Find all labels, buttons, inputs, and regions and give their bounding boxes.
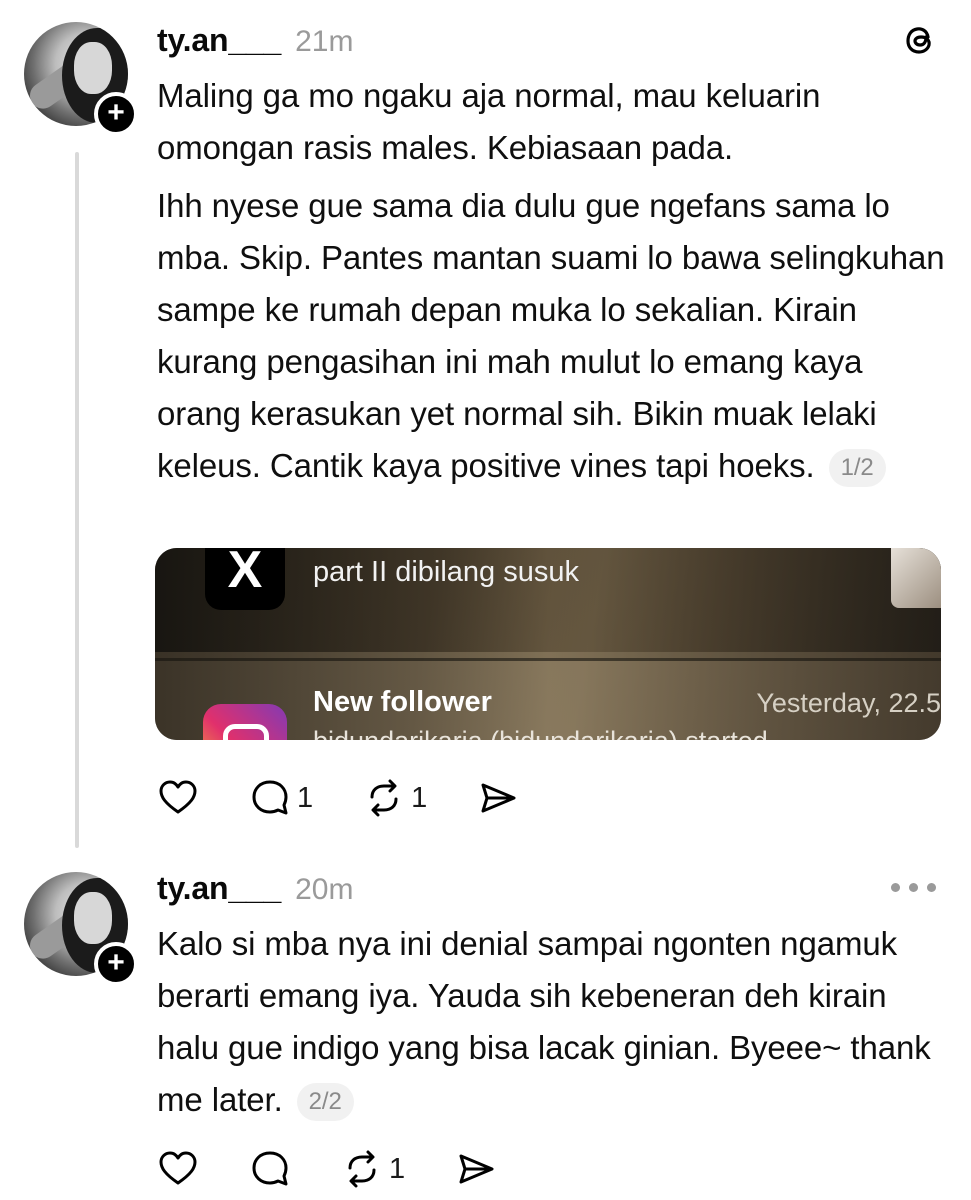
- notification-time: Yesterday, 22.5: [756, 688, 941, 718]
- post-header: ty.an___ 21m: [157, 22, 353, 62]
- thread-pager: 2/2: [296, 1083, 354, 1122]
- comment-icon: [252, 780, 288, 815]
- send-icon: [481, 783, 516, 813]
- timestamp: 20m: [295, 873, 354, 906]
- like-button[interactable]: [157, 1148, 199, 1190]
- send-icon: [459, 1154, 494, 1184]
- post-paragraph: Maling ga mo ngaku aja normal, mau kelua…: [157, 77, 821, 166]
- action-bar: 1 1: [157, 775, 569, 821]
- threads-logo-icon[interactable]: [899, 20, 939, 60]
- timestamp: 21m: [295, 25, 354, 58]
- notification-thumbnail: [891, 548, 941, 608]
- post-body: Maling ga mo ngaku aja normal, mau kelua…: [157, 70, 947, 498]
- share-button[interactable]: [455, 1148, 497, 1190]
- username[interactable]: ty.an___: [157, 22, 281, 59]
- repost-icon: [348, 1150, 376, 1188]
- heart-icon: [159, 1151, 197, 1185]
- reply-button[interactable]: 1: [249, 777, 313, 819]
- reply-button[interactable]: [249, 1148, 291, 1190]
- repost-icon: [370, 779, 398, 817]
- post-header: ty.an___ 20m: [157, 870, 353, 910]
- thread-pager: 1/2: [828, 449, 886, 488]
- notification-subtext: bidundarikaria (bidundarikaria) started: [313, 726, 768, 740]
- post-image[interactable]: X part II dibilang susuk New follower Ye…: [155, 548, 941, 740]
- follow-plus-icon[interactable]: +: [94, 92, 138, 136]
- avatar[interactable]: +: [24, 22, 138, 136]
- x-app-icon: X: [205, 548, 285, 610]
- share-button[interactable]: [477, 777, 519, 819]
- post-paragraph: Kalo si mba nya ini denial sampai ngonte…: [157, 918, 947, 1126]
- repost-count: 1: [411, 781, 428, 814]
- avatar[interactable]: +: [24, 872, 138, 986]
- post-body: Kalo si mba nya ini denial sampai ngonte…: [157, 918, 947, 1132]
- action-bar: 1: [157, 1146, 547, 1192]
- heart-icon: [159, 780, 197, 814]
- notification-title: New follower: [313, 686, 492, 718]
- repost-button[interactable]: 1: [341, 1148, 405, 1190]
- reply-count: 1: [297, 781, 314, 814]
- like-button[interactable]: [157, 777, 199, 819]
- repost-count: 1: [389, 1152, 406, 1185]
- thread-connector-line: [75, 152, 79, 848]
- post-paragraph: Ihh nyese gue sama dia dulu gue ngefans …: [157, 180, 947, 492]
- username[interactable]: ty.an___: [157, 870, 281, 907]
- instagram-app-icon: [203, 704, 287, 740]
- comment-icon: [252, 1151, 288, 1186]
- repost-button[interactable]: 1: [363, 777, 427, 819]
- notification-text: part II dibilang susuk: [313, 556, 579, 588]
- more-options-icon[interactable]: [891, 880, 937, 894]
- follow-plus-icon[interactable]: +: [94, 942, 138, 986]
